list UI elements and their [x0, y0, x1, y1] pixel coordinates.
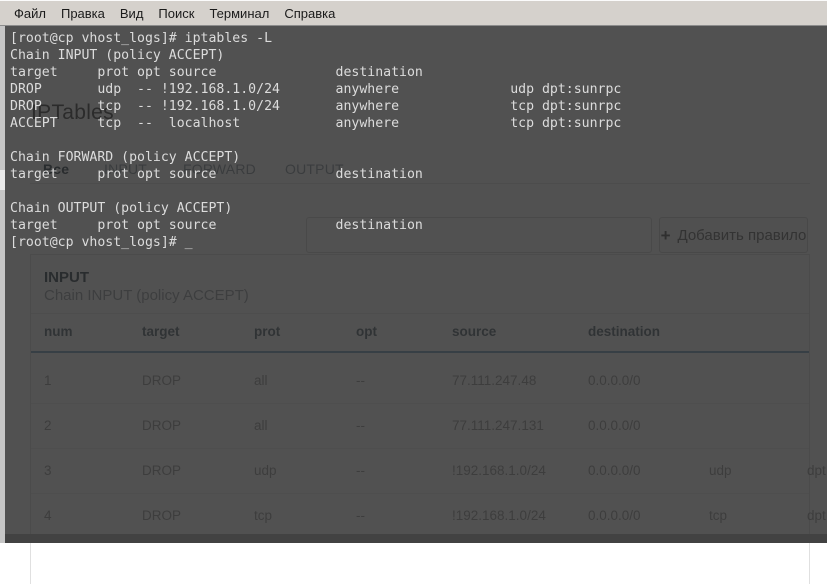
- menu-item-терминал[interactable]: Терминал: [209, 6, 269, 21]
- menu-item-файл[interactable]: Файл: [14, 6, 46, 21]
- menu-item-справка[interactable]: Справка: [284, 6, 335, 21]
- terminal-left-edge: [0, 26, 5, 543]
- terminal-menubar: Файл Правка Вид Поиск Терминал Справка: [0, 0, 827, 26]
- terminal-left-edge-notch: [0, 170, 5, 190]
- menu-item-поиск[interactable]: Поиск: [158, 6, 194, 21]
- terminal-bottom-edge: [5, 534, 827, 543]
- terminal-output[interactable]: [root@cp vhost_logs]# iptables -L Chain …: [10, 30, 621, 251]
- menu-item-правка[interactable]: Правка: [61, 6, 105, 21]
- menu-item-вид[interactable]: Вид: [120, 6, 144, 21]
